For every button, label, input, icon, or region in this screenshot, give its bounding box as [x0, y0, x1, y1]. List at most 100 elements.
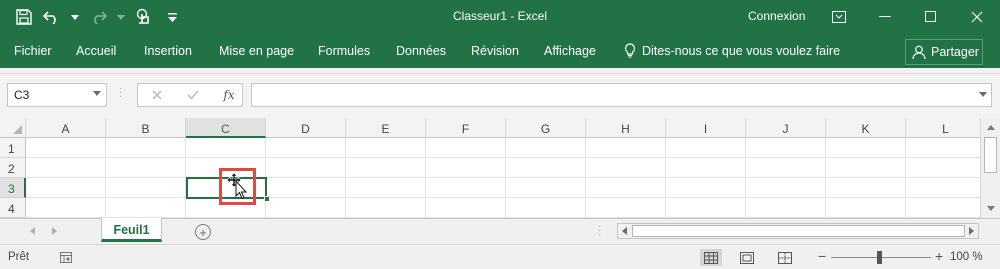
- cell-e3[interactable]: [346, 178, 426, 198]
- name-box-dropdown-icon[interactable]: [93, 91, 101, 96]
- zoom-level[interactable]: 100 %: [950, 251, 983, 263]
- cell-j1[interactable]: [746, 138, 826, 158]
- cell-l3[interactable]: [906, 178, 980, 198]
- cell-a4[interactable]: [26, 198, 106, 218]
- cell-h3[interactable]: [586, 178, 666, 198]
- previous-sheet-icon[interactable]: [30, 227, 35, 235]
- scroll-right-icon[interactable]: [969, 227, 974, 235]
- tab-mise-en-page[interactable]: Mise en page: [219, 44, 294, 58]
- cell-g1[interactable]: [506, 138, 586, 158]
- cell-k4[interactable]: [826, 198, 906, 218]
- cell-f2[interactable]: [426, 158, 506, 178]
- zoom-in-icon[interactable]: +: [935, 248, 943, 264]
- cell-f1[interactable]: [426, 138, 506, 158]
- next-sheet-icon[interactable]: [52, 227, 57, 235]
- cell-b3[interactable]: [106, 178, 186, 198]
- ribbon-display-options-icon[interactable]: [816, 0, 862, 34]
- cell-c1[interactable]: [186, 138, 266, 158]
- cell-l2[interactable]: [906, 158, 980, 178]
- cell-h2[interactable]: [586, 158, 666, 178]
- cancel-icon[interactable]: [148, 87, 166, 103]
- column-header-l[interactable]: L: [906, 118, 980, 138]
- cell-j4[interactable]: [746, 198, 826, 218]
- tab-fichier[interactable]: Fichier: [14, 44, 52, 58]
- column-header-b[interactable]: B: [106, 118, 186, 138]
- cell-i2[interactable]: [666, 158, 746, 178]
- column-header-d[interactable]: D: [266, 118, 346, 138]
- normal-view-icon[interactable]: [700, 249, 722, 266]
- zoom-slider-thumb[interactable]: [877, 251, 882, 264]
- vertical-scrollbar[interactable]: [980, 118, 1000, 218]
- page-break-preview-icon[interactable]: [774, 249, 796, 266]
- cell-k3[interactable]: [826, 178, 906, 198]
- row-header-1[interactable]: 1: [0, 138, 26, 158]
- insert-function-button[interactable]: fx: [220, 87, 238, 103]
- row-header-2[interactable]: 2: [0, 158, 26, 178]
- select-all-button[interactable]: [0, 118, 26, 138]
- scroll-up-icon[interactable]: [987, 125, 995, 130]
- formula-bar-resize-handle[interactable]: · · ·: [119, 84, 123, 102]
- expand-formula-bar-icon[interactable]: [979, 92, 987, 97]
- zoom-out-icon[interactable]: −: [818, 248, 826, 264]
- minimize-icon[interactable]: [862, 0, 908, 34]
- cell-h1[interactable]: [586, 138, 666, 158]
- column-header-i[interactable]: I: [666, 118, 746, 138]
- macro-recording-icon[interactable]: [60, 252, 72, 266]
- cell-a3[interactable]: [26, 178, 106, 198]
- close-icon[interactable]: [954, 0, 1000, 34]
- tab-insertion[interactable]: Insertion: [144, 44, 192, 58]
- cell-f4[interactable]: [426, 198, 506, 218]
- cell-b2[interactable]: [106, 158, 186, 178]
- cell-k1[interactable]: [826, 138, 906, 158]
- column-header-k[interactable]: K: [826, 118, 906, 138]
- worksheet-grid[interactable]: A B C D E F G H I J K L 1 2 3 4: [0, 118, 980, 218]
- sheet-tab-feuil1[interactable]: Feuil1: [101, 218, 162, 242]
- share-button[interactable]: Partager: [905, 39, 983, 65]
- cell-i1[interactable]: [666, 138, 746, 158]
- scroll-down-icon[interactable]: [987, 206, 995, 211]
- cell-e1[interactable]: [346, 138, 426, 158]
- cell-d2[interactable]: [266, 158, 346, 178]
- cell-j3[interactable]: [746, 178, 826, 198]
- column-header-c[interactable]: C: [186, 118, 266, 138]
- signin-link[interactable]: Connexion: [748, 9, 805, 23]
- cell-d4[interactable]: [266, 198, 346, 218]
- cell-l1[interactable]: [906, 138, 980, 158]
- column-header-h[interactable]: H: [586, 118, 666, 138]
- cell-a2[interactable]: [26, 158, 106, 178]
- cell-d1[interactable]: [266, 138, 346, 158]
- column-header-a[interactable]: A: [26, 118, 106, 138]
- cell-b4[interactable]: [106, 198, 186, 218]
- formula-input[interactable]: [251, 83, 992, 107]
- cell-e4[interactable]: [346, 198, 426, 218]
- vertical-scroll-thumb[interactable]: [984, 137, 997, 173]
- tab-split-handle[interactable]: · · ·: [598, 222, 602, 240]
- tab-revision[interactable]: Révision: [471, 44, 519, 58]
- horizontal-scroll-thumb[interactable]: [632, 225, 965, 237]
- column-header-j[interactable]: J: [746, 118, 826, 138]
- cell-d3[interactable]: [266, 178, 346, 198]
- column-header-e[interactable]: E: [346, 118, 426, 138]
- cell-j2[interactable]: [746, 158, 826, 178]
- scroll-left-icon[interactable]: [622, 227, 627, 235]
- cell-k2[interactable]: [826, 158, 906, 178]
- cell-f3[interactable]: [426, 178, 506, 198]
- cell-g2[interactable]: [506, 158, 586, 178]
- enter-check-icon[interactable]: [184, 87, 202, 103]
- name-box[interactable]: C3: [7, 83, 107, 107]
- cell-g4[interactable]: [506, 198, 586, 218]
- cell-i4[interactable]: [666, 198, 746, 218]
- tab-donnees[interactable]: Données: [396, 44, 446, 58]
- column-header-f[interactable]: F: [426, 118, 506, 138]
- tell-me-search[interactable]: Dites-nous ce que vous voulez faire: [624, 43, 840, 58]
- cell-i3[interactable]: [666, 178, 746, 198]
- cell-h4[interactable]: [586, 198, 666, 218]
- row-header-3[interactable]: 3: [0, 178, 26, 198]
- new-sheet-icon[interactable]: +: [195, 224, 211, 240]
- tab-formules[interactable]: Formules: [318, 44, 370, 58]
- cell-b1[interactable]: [106, 138, 186, 158]
- page-layout-view-icon[interactable]: [736, 249, 758, 266]
- maximize-icon[interactable]: [908, 0, 954, 34]
- horizontal-scrollbar[interactable]: [617, 223, 979, 239]
- cell-e2[interactable]: [346, 158, 426, 178]
